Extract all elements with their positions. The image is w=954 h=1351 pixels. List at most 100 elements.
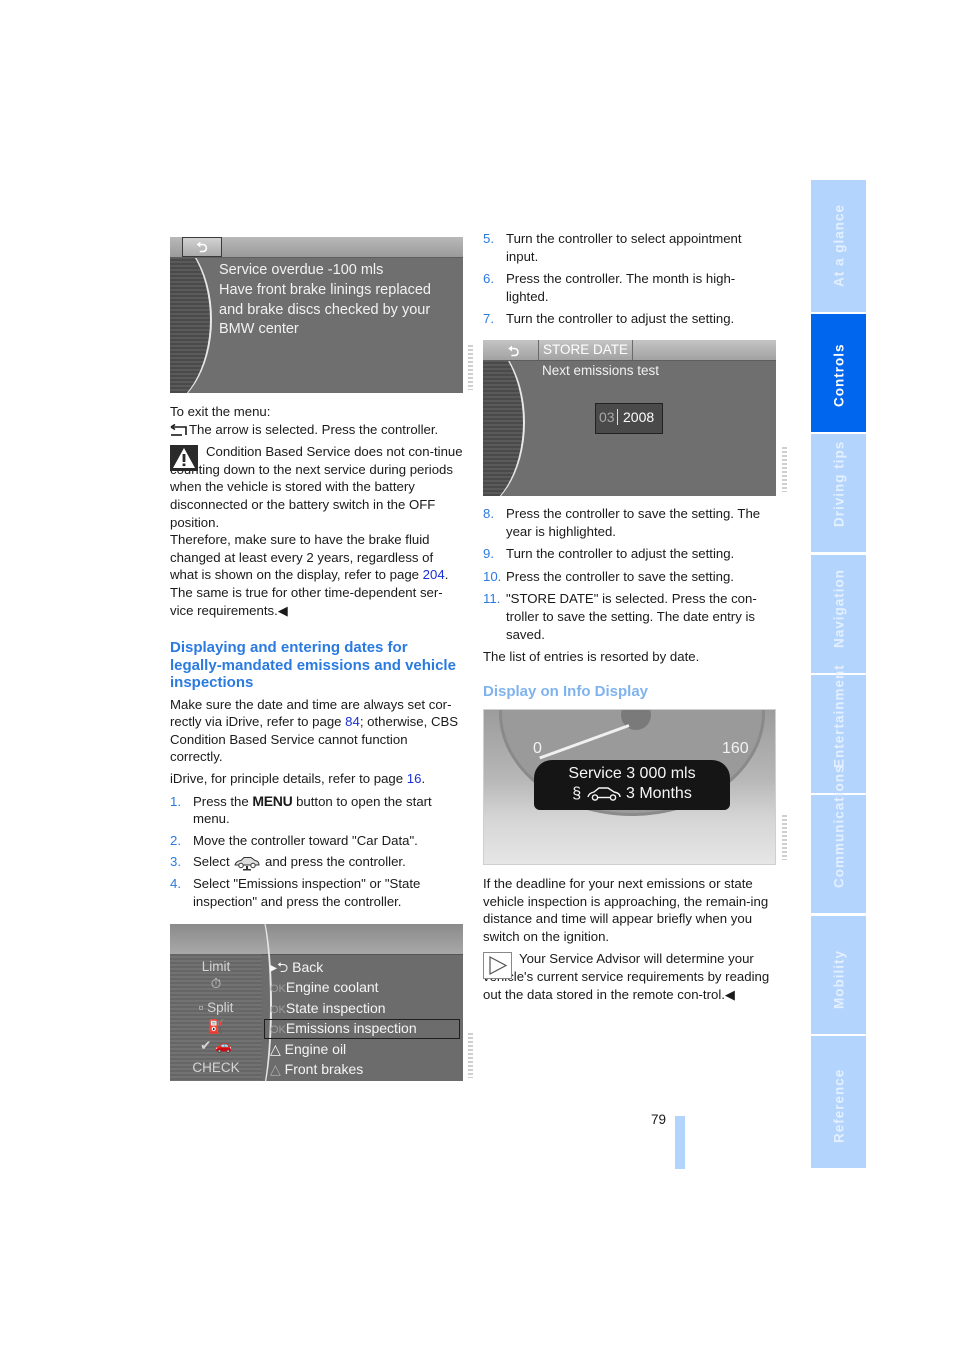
inspection-time: 3 Months (626, 785, 692, 802)
page-link-84[interactable]: 84 (345, 714, 360, 729)
deadline-paragraph: If the deadline for your next emissions … (483, 876, 769, 944)
menu-item-front-brakes[interactable]: △ Front brakes (270, 1059, 363, 1079)
right-column-steps-b: 8. Press the controller to save the setti… (483, 505, 776, 701)
store-date-tab[interactable]: STORE DATE (538, 340, 634, 360)
steps-list-8-11: 8. Press the controller to save the setti… (483, 505, 776, 643)
menu-item-engine-coolant[interactable]: OKEngine coolant (270, 977, 379, 999)
step-number: 8. (483, 506, 494, 521)
step-text: Move the controller toward "Car Data". (193, 832, 418, 848)
step-number: 11. (483, 591, 501, 607)
menu-item-label: Engine coolant (285, 979, 379, 995)
return-arrow-icon: ⮌ (182, 237, 222, 257)
tab-label: Mobility (831, 950, 846, 1009)
gauge-min-label: 0 (533, 740, 542, 757)
section-heading: Displaying and entering dates for legall… (170, 639, 456, 692)
tab-reference[interactable]: Reference (811, 1036, 866, 1168)
menu-item-label: Emissions inspection (285, 1020, 417, 1036)
end-mark-icon: ◀ (724, 986, 736, 1002)
date-time-paragraph: Make sure the date and time are always s… (170, 696, 463, 766)
menu-item-emissions-inspection[interactable]: OKEmissions inspection (270, 1018, 417, 1040)
info-display-image: 0 160 Service 3 000 mls § 3 Months (483, 709, 776, 865)
right-column-info: If the deadline for your next emissions … (483, 875, 776, 1003)
menu-item-label: State inspection (285, 1000, 386, 1016)
menu-top-bar (170, 924, 463, 955)
car-check-icon: ✔ 🚗 (200, 1038, 232, 1053)
step-number: 2. (170, 832, 181, 848)
tab-label: Driving tips (831, 440, 846, 527)
page-link-16[interactable]: 16 (407, 771, 422, 786)
tab-at-a-glance[interactable]: At a glance (811, 180, 866, 312)
page-number: 79 (651, 1112, 667, 1127)
tab-label: At a glance (831, 203, 846, 287)
step-text: Press the controller to save the setting… (506, 568, 734, 584)
para-text: iDrive, for principle details, refer to … (170, 771, 407, 786)
warning-triangle-icon: △ (270, 1061, 281, 1077)
warning-triangle-icon (170, 445, 198, 472)
step-item: 10. Press the controller to save the sett… (483, 568, 776, 586)
note-block: Your Service Advisor will determine your… (483, 950, 776, 1003)
car-outline-icon (586, 787, 621, 801)
left-item-split: ▫ Split (198, 1000, 234, 1015)
tab-label: Controls (831, 343, 846, 408)
menu-item-back[interactable]: ▸⮌ Back (270, 957, 323, 977)
step-item: 11. "STORE DATE" is selected. Press the c… (483, 590, 776, 643)
service-distance: Service 3 000 mls (568, 765, 696, 782)
tab-communications[interactable]: Communications (811, 764, 866, 913)
steps-list-1-4: 1. Press the MENU button to open the star… (170, 793, 463, 911)
tab-label: Reference (831, 1068, 846, 1143)
month-value[interactable]: 03 (599, 409, 618, 425)
return-arrow-icon: ⮌ (508, 343, 520, 359)
step-number: 1. (170, 793, 181, 809)
return-arrow-icon (170, 424, 187, 436)
menu-item-label: Back (292, 959, 324, 975)
menu-item-label: Front brakes (284, 1061, 364, 1077)
service-message-line: Service overdue -100 mls (219, 262, 384, 278)
step-text: Press the controller to save the setting… (506, 506, 761, 539)
info-lcd: Service 3 000 mls § 3 Months (534, 760, 730, 810)
step-text: Turn the controller to select appointmen… (506, 231, 742, 264)
car-data-icon (234, 856, 260, 871)
info-display-heading: Display on Info Display (483, 682, 649, 700)
date-entry-field[interactable]: 03 2008 (595, 403, 663, 434)
exit-text: The arrow is selected. Press the control… (189, 421, 439, 437)
warning-block: Condition Based Service does not con-tin… (170, 443, 463, 619)
step-number: 3. (170, 854, 181, 870)
idrive-paragraph: iDrive, for principle details, refer to … (170, 770, 463, 788)
service-message: Service overdue -100 mls Have front brak… (219, 261, 431, 340)
left-item-check: CHECK (192, 1060, 240, 1075)
service-overdue-screenshot: ⮌ Service overdue -100 mls Have front br… (170, 237, 463, 393)
step-text: and press the controller. (261, 854, 406, 870)
image-code-mark (782, 447, 787, 492)
menu-item-engine-oil[interactable]: △ Engine oil (270, 1039, 346, 1059)
image-code-mark (782, 815, 787, 860)
split-label: Split (207, 1000, 234, 1015)
service-message-line: BMW center (219, 321, 299, 338)
menu-item-state-inspection[interactable]: OKState inspection (270, 998, 386, 1020)
left-column: To exit the menu: The arrow is selected.… (170, 403, 463, 910)
step-item: 9. Turn the controller to adjust the sett… (483, 545, 776, 563)
step-item: 7. Turn the controller to adjust the sett… (483, 310, 776, 328)
year-value[interactable]: 2008 (623, 409, 654, 425)
ok-status: OK (270, 1004, 286, 1016)
steps-list-5-7: 5. Turn the controller to select appointm… (483, 230, 776, 328)
gauge-max-label: 160 (722, 740, 749, 757)
note-text: Your Service Advisor will determine your… (483, 950, 776, 1003)
tab-mobility[interactable]: Mobility (811, 916, 866, 1034)
image-code-mark (468, 345, 473, 390)
page-link-204[interactable]: 204 (423, 567, 445, 582)
tab-label: Navigation (831, 568, 846, 648)
stopwatch-icon: ⏱ (210, 976, 222, 991)
tab-navigation[interactable]: Navigation (811, 555, 866, 673)
exit-instruction: The arrow is selected. Press the control… (170, 421, 463, 439)
tab-controls[interactable]: Controls (811, 314, 866, 432)
step-number: 5. (483, 231, 494, 246)
step-item: 5. Turn the controller to select appointm… (483, 230, 776, 265)
step-text: Select (193, 854, 234, 870)
step-text: Select "Emissions inspection" or "State … (193, 875, 421, 909)
left-item-limit: Limit (201, 959, 231, 974)
controller-dial-graphic (170, 237, 212, 393)
back-arrow-icon: ▸⮌ (270, 959, 293, 975)
tab-driving-tips[interactable]: Driving tips (811, 434, 866, 552)
right-column-steps-a: 5. Turn the controller to select appointm… (483, 230, 776, 328)
step-item: 8. Press the controller to save the setti… (483, 505, 776, 540)
